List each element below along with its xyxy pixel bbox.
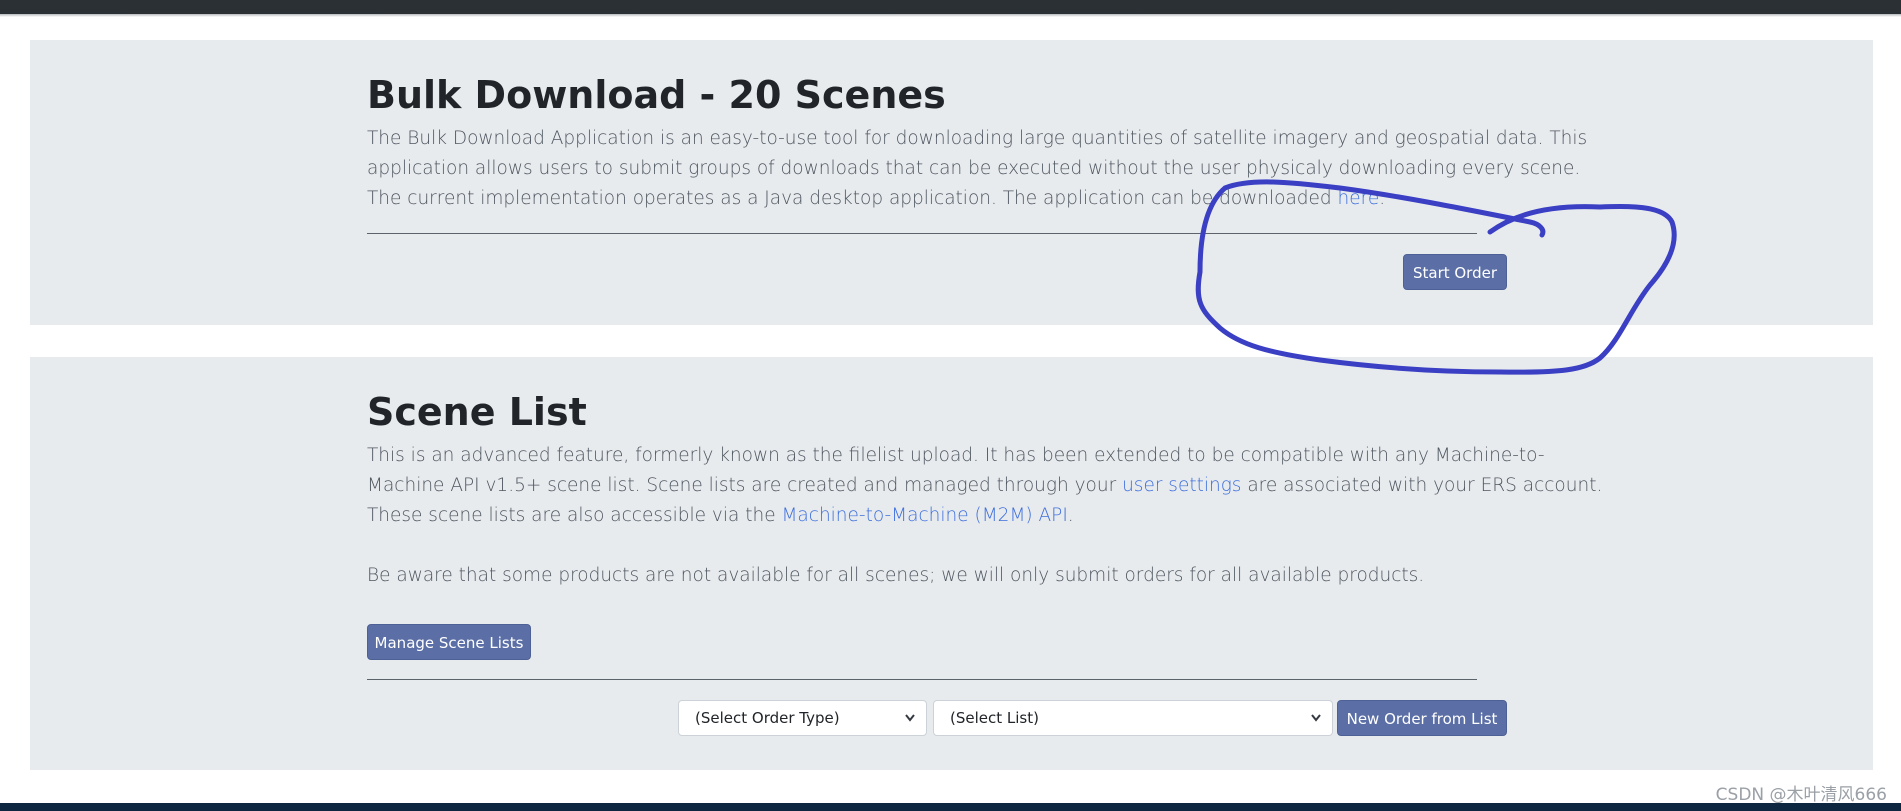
browser-top-bar: [0, 0, 1901, 14]
chevron-down-icon: [1311, 714, 1321, 722]
scene-description-line-1: This is an advanced feature, formerly kn…: [367, 445, 1545, 466]
scene-list-select[interactable]: (Select List): [933, 700, 1333, 736]
new-order-from-list-button[interactable]: New Order from List: [1337, 700, 1507, 736]
scene-list-select-value: (Select List): [950, 709, 1039, 727]
scene-list-description: This is an advanced feature, formerly kn…: [367, 441, 1602, 591]
bulk-description-line-3: The current implementation operates as a…: [367, 184, 1477, 214]
scene-description-line-3: These scene lists are also accessible vi…: [367, 501, 1477, 531]
user-settings-link[interactable]: user settings: [1122, 475, 1241, 496]
bulk-download-section: Bulk Download - 20 Scenes The Bulk Downl…: [367, 72, 1588, 290]
scene-line-2-tail: are associated with your ERS account.: [1241, 475, 1603, 496]
bulk-description-line-2: application allows users to submit group…: [367, 158, 1581, 179]
scene-list-section: Scene List This is an advanced feature, …: [367, 389, 1602, 680]
scene-line-3-period: .: [1067, 505, 1074, 526]
scene-line-2-text: Machine API v1.5+ scene list. Scene list…: [367, 475, 1123, 496]
bulk-download-title: Bulk Download - 20 Scenes: [367, 73, 946, 117]
scene-list-title: Scene List: [367, 390, 587, 434]
scene-description-line-2: Machine API v1.5+ scene list. Scene list…: [367, 471, 1602, 501]
chevron-down-icon: [905, 714, 915, 722]
download-here-link[interactable]: here: [1338, 188, 1380, 209]
scene-line-3-text: These scene lists are also accessible vi…: [367, 505, 782, 526]
start-order-button[interactable]: Start Order: [1403, 254, 1507, 290]
top-bar-shadow: [0, 14, 1901, 17]
order-type-select[interactable]: (Select Order Type): [678, 700, 927, 736]
manage-scene-lists-button[interactable]: Manage Scene Lists: [367, 624, 531, 660]
bulk-line-3-period: .: [1379, 188, 1386, 209]
scene-list-divider: [367, 679, 1477, 680]
bulk-download-description: The Bulk Download Application is an easy…: [367, 124, 1588, 214]
m2m-api-link[interactable]: Machine-to-Machine (M2M) API: [781, 505, 1067, 526]
products-availability-note: Be aware that some products are not avai…: [367, 565, 1425, 586]
csdn-watermark: CSDN @木叶清风666: [1715, 785, 1887, 805]
bulk-line-3-text: The current implementation operates as a…: [367, 188, 1338, 209]
bulk-divider: [367, 233, 1477, 234]
bulk-description-line-1: The Bulk Download Application is an easy…: [367, 128, 1588, 149]
page-footer-bar: [0, 803, 1901, 811]
order-type-select-value: (Select Order Type): [695, 709, 840, 727]
